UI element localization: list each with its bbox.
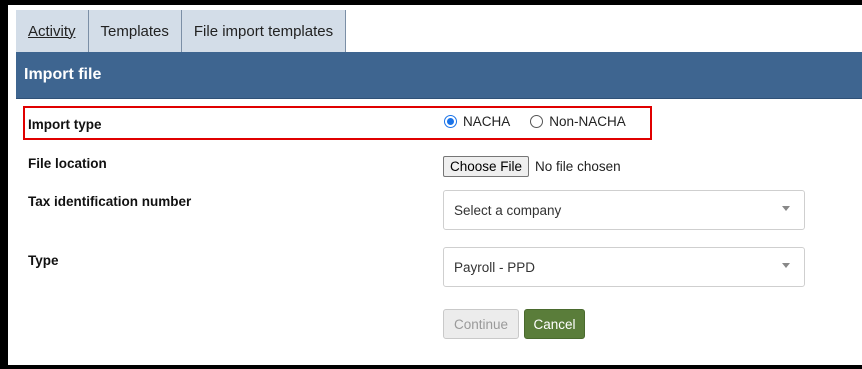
type-select[interactable]: Payroll - PPD <box>443 247 805 287</box>
nacha-radio[interactable] <box>444 115 457 128</box>
tax-id-select[interactable]: Select a company <box>443 190 805 230</box>
type-select-value: Payroll - PPD <box>454 259 536 275</box>
tab-bar: Activity Templates File import templates <box>16 10 347 52</box>
tab-activity[interactable]: Activity <box>16 10 89 52</box>
non-nacha-radio[interactable] <box>530 115 544 128</box>
non-nacha-radio-label[interactable]: Non-NACHA <box>549 114 626 129</box>
tab-file-import-templates[interactable]: File import templates <box>181 10 347 52</box>
import-type-label: Import type <box>28 117 102 132</box>
chevron-down-icon <box>782 263 790 268</box>
panel-title: Import file <box>24 66 102 83</box>
file-location-label: File location <box>28 156 107 171</box>
type-label: Type <box>28 253 59 268</box>
nacha-radio-label[interactable]: NACHA <box>463 114 510 129</box>
tax-id-select-value: Select a company <box>454 202 562 218</box>
continue-button[interactable]: Continue <box>443 309 519 339</box>
chevron-down-icon <box>782 206 790 211</box>
tab-templates[interactable]: Templates <box>88 10 182 52</box>
tax-id-label: Tax identification number <box>28 194 192 209</box>
panel-header: Import file <box>16 52 862 99</box>
window-frame: Activity Templates File import templates… <box>0 0 862 369</box>
choose-file-button[interactable]: Choose File <box>443 156 530 177</box>
file-input: Choose File No file chosen <box>443 156 621 177</box>
cancel-button[interactable]: Cancel <box>524 309 585 339</box>
page-content: Activity Templates File import templates… <box>16 10 862 361</box>
file-status: No file chosen <box>535 159 621 174</box>
import-type-radio-group: NACHA Non-NACHA <box>444 114 640 129</box>
